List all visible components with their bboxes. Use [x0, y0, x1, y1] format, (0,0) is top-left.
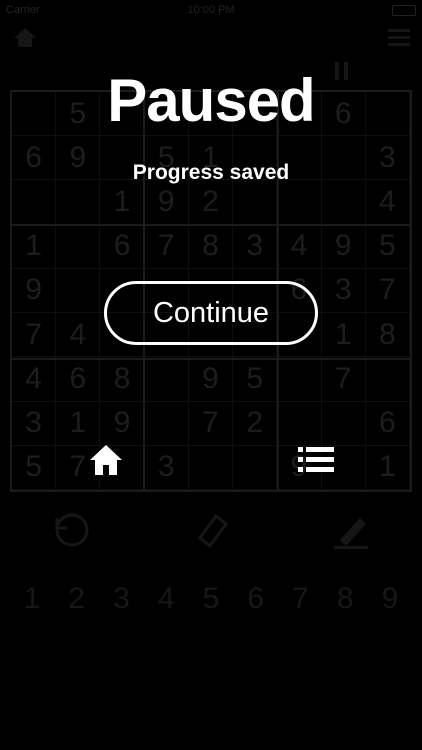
- board-cell[interactable]: 5: [233, 357, 278, 402]
- board-cell[interactable]: [56, 224, 101, 269]
- numpad-key[interactable]: 7: [281, 582, 321, 616]
- board-cell[interactable]: 3: [144, 445, 189, 490]
- tool-row: [0, 510, 422, 560]
- numpad-key[interactable]: 6: [236, 582, 276, 616]
- numpad-key[interactable]: 5: [191, 582, 231, 616]
- board-cell[interactable]: [321, 180, 366, 225]
- battery-icon: [392, 5, 416, 16]
- board-cell[interactable]: 1: [12, 224, 57, 269]
- board-cell[interactable]: 6: [56, 357, 101, 402]
- pencil-icon-background: [334, 518, 368, 549]
- numpad-key[interactable]: 3: [102, 582, 142, 616]
- board-cell[interactable]: 2: [233, 401, 278, 446]
- home-icon-background: [14, 28, 36, 47]
- board-cell[interactable]: 7: [12, 313, 57, 358]
- number-pad: 123456789: [12, 582, 410, 616]
- status-bar: Carrier 10:00 PM: [0, 0, 422, 20]
- board-cell[interactable]: 5: [12, 445, 57, 490]
- board-cell[interactable]: [188, 445, 234, 490]
- board-cell[interactable]: 1: [100, 180, 145, 225]
- progress-saved-label: Progress saved: [132, 161, 290, 184]
- board-cell[interactable]: 1: [321, 313, 366, 358]
- numpad-key[interactable]: 9: [370, 582, 410, 616]
- board-cell[interactable]: 7: [365, 268, 410, 314]
- board-cell[interactable]: 9: [12, 268, 57, 314]
- board-cell[interactable]: [12, 180, 57, 225]
- numpad-key[interactable]: 4: [146, 582, 186, 616]
- board-divider: [10, 358, 412, 360]
- board-cell[interactable]: [56, 180, 101, 225]
- menu-icon-background: [388, 29, 410, 46]
- board-cell[interactable]: [365, 357, 410, 402]
- board-cell[interactable]: 5: [365, 224, 410, 269]
- board-cell[interactable]: 1: [365, 445, 410, 490]
- undo-icon-background: [55, 513, 89, 547]
- board-cell[interactable]: 9: [321, 224, 366, 269]
- board-cell[interactable]: 8: [365, 313, 410, 358]
- board-cell[interactable]: [277, 180, 322, 225]
- numpad-key[interactable]: 1: [12, 582, 52, 616]
- numpad-key[interactable]: 8: [325, 582, 365, 616]
- board-cell[interactable]: [233, 180, 278, 225]
- board-cell[interactable]: 4: [365, 180, 410, 225]
- board-cell[interactable]: 3: [321, 268, 366, 314]
- board-cell[interactable]: 7: [188, 401, 234, 446]
- board-cell[interactable]: 7: [144, 224, 189, 269]
- board-cell[interactable]: [56, 268, 101, 314]
- board-divider: [10, 224, 412, 226]
- board-cell[interactable]: 2: [188, 180, 234, 225]
- board-cell[interactable]: 7: [321, 357, 366, 402]
- board-cell[interactable]: [321, 401, 366, 446]
- board-cell[interactable]: 8: [188, 224, 234, 269]
- board-cell[interactable]: 3: [12, 401, 57, 446]
- board-cell[interactable]: [233, 445, 278, 490]
- board-cell[interactable]: 1: [56, 401, 101, 446]
- board-cell[interactable]: [144, 357, 189, 402]
- board-cell[interactable]: 4: [277, 224, 322, 269]
- continue-button[interactable]: Continue: [104, 281, 318, 345]
- status-time: 10:00 PM: [187, 4, 235, 16]
- list-icon[interactable]: [298, 447, 334, 473]
- board-cell[interactable]: [277, 401, 322, 446]
- board-cell[interactable]: [277, 357, 322, 402]
- board-cell[interactable]: 9: [100, 401, 145, 446]
- board-cell[interactable]: 9: [144, 180, 189, 225]
- home-icon[interactable]: [88, 442, 124, 478]
- numpad-key[interactable]: 2: [57, 582, 97, 616]
- board-cell[interactable]: 4: [12, 357, 57, 402]
- board-cell[interactable]: 6: [100, 224, 145, 269]
- eraser-icon-background: [197, 513, 229, 549]
- board-cell[interactable]: 9: [188, 357, 234, 402]
- board-cell[interactable]: 3: [233, 224, 278, 269]
- board-cell[interactable]: 6: [365, 401, 410, 446]
- board-cell[interactable]: 4: [56, 313, 101, 358]
- board-cell[interactable]: 8: [100, 357, 145, 402]
- board-cell[interactable]: [144, 401, 189, 446]
- paused-title: Paused: [107, 67, 315, 134]
